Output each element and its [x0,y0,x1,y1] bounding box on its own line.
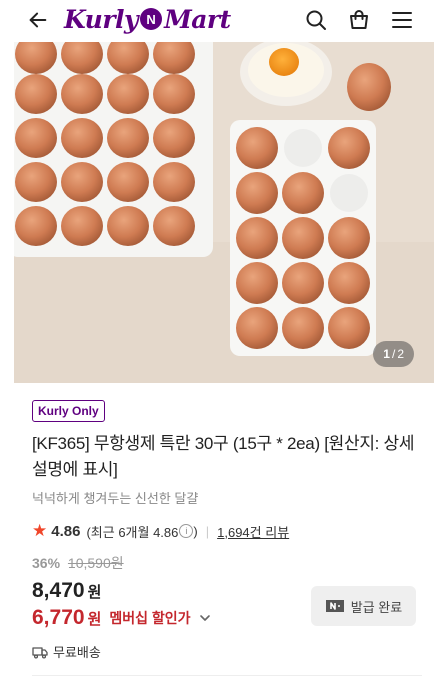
original-price: 10,590원 [67,555,124,571]
discount-rate: 36% [32,555,61,571]
logo-text-left: Kurly [64,4,139,34]
sale-price: 8,470 [32,579,85,602]
rating-value: 4.86 [51,522,81,540]
product-photo-eggs [14,42,434,383]
search-icon [306,10,326,30]
search-button[interactable] [300,4,332,36]
shipping-label: 무료배송 [53,645,101,660]
carousel-divider: / [391,347,396,361]
truck-icon [32,646,48,659]
member-price-unit: 원 [87,610,102,628]
product-subtitle: 넉넉하게 챙겨두는 신선한 달걀 [32,491,199,506]
product-info: Kurly Only [KF365] 무항생제 특란 30구 (15구 * 2e… [32,400,422,541]
logo-text-right: Mart [164,4,231,34]
divider-line [32,675,422,676]
member-price-label: 멤버십 할인가 [109,610,191,626]
kurly-nmart-logo[interactable]: Kurly N Mart [64,2,231,36]
chevron-down-icon[interactable] [197,610,213,626]
arrow-left-icon [29,12,47,28]
back-button[interactable] [22,4,54,36]
discount-row: 36% 10,590원 [32,553,422,573]
divider: | [205,523,210,539]
rating-detail: (최근 6개월 4.86 [86,524,179,540]
rating-detail-close: ) [193,523,198,539]
top-app-bar: Kurly N Mart [0,0,436,42]
carousel-page-indicator: 1 / 2 [373,341,414,367]
coupon-label: 발급 완료 [350,599,403,615]
logo-badge: N [140,8,163,30]
n-coupon-icon [325,600,344,612]
info-icon[interactable]: i [179,524,194,538]
coupon-issued-button[interactable]: 발급 완료 [311,586,416,626]
cart-button[interactable] [343,4,375,36]
review-count-link[interactable]: 1,694건 리뷰 [217,522,289,541]
rating-row: ★ 4.86 (최근 6개월 4.86 i ) | 1,694건 리뷰 [32,521,422,541]
product-image-carousel[interactable]: 1 / 2 [14,42,434,383]
menu-icon [392,12,412,28]
member-price: 6,770 [32,606,85,629]
shipping-row: 무료배송 [32,642,422,661]
sale-price-unit: 원 [87,584,102,601]
bag-icon [350,10,368,29]
carousel-current-page: 1 [383,347,390,361]
menu-button[interactable] [386,4,418,36]
carousel-total-pages: 2 [397,347,404,361]
product-title: [KF365] 무항생제 특란 30구 (15구 * 2ea) [원산지: 상세… [32,434,415,479]
star-icon: ★ [32,521,48,540]
kurly-only-badge: Kurly Only [32,400,105,422]
